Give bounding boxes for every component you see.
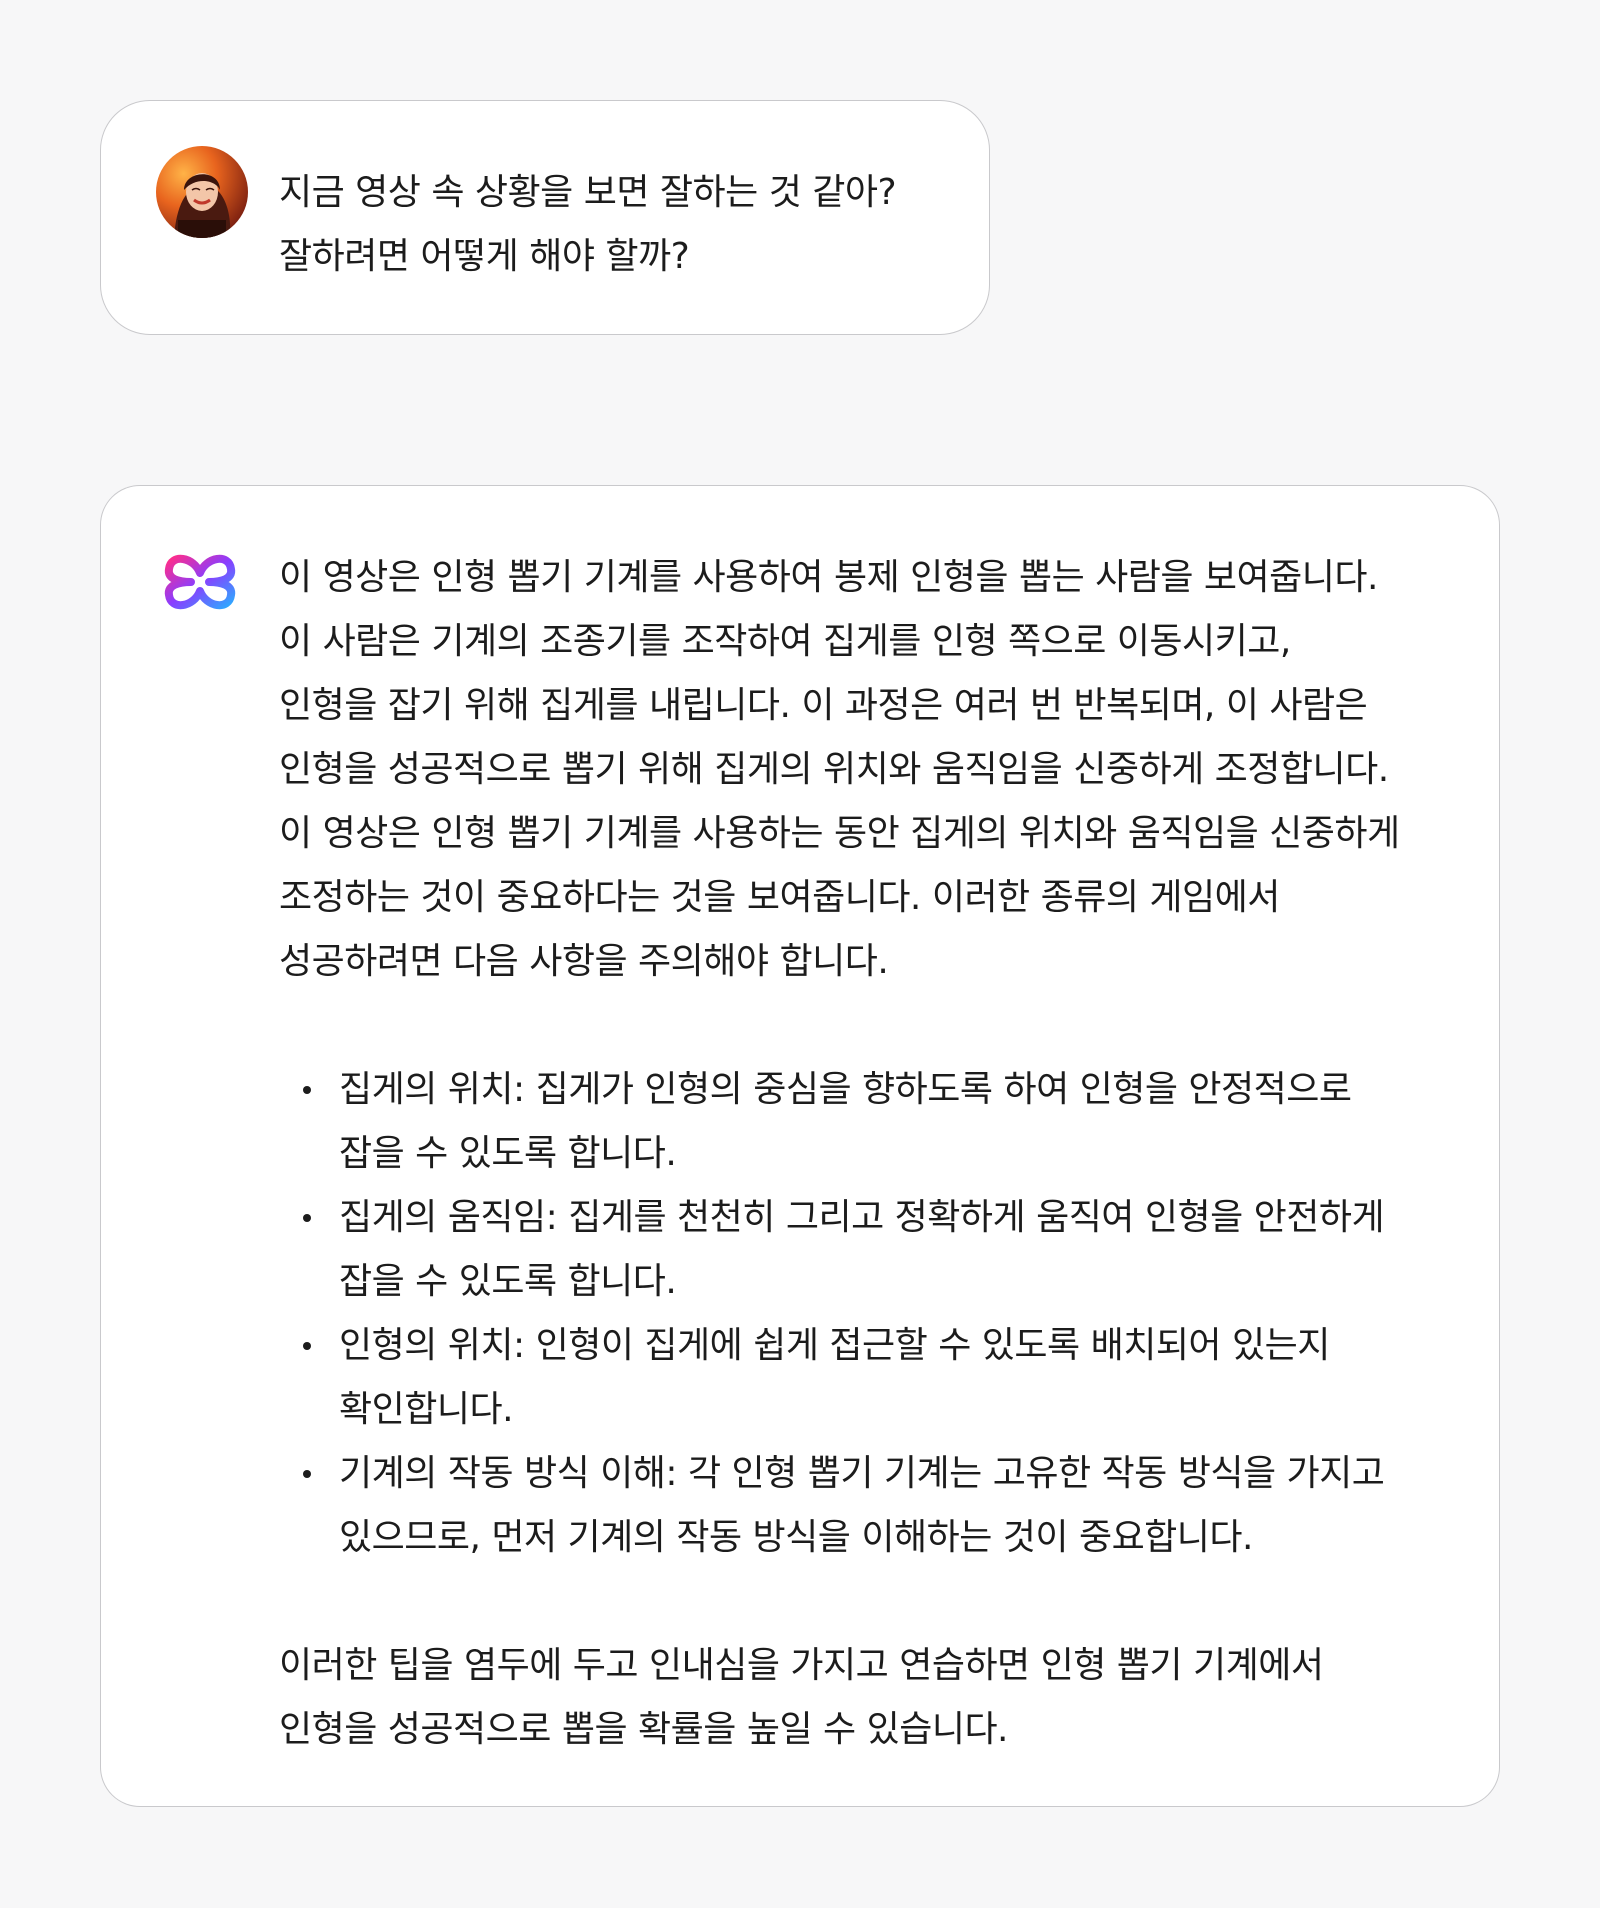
tips-list: 집게의 위치: 집게가 인형의 중심을 향하도록 하여 인형을 안정적으로 잡을… bbox=[279, 1058, 1469, 1570]
user-message-line: 잘하려면 어떻게 해야 할까? bbox=[279, 236, 690, 277]
assistant-message-text: 이 영상은 인형 뽑기 기계를 사용하여 봉제 인형을 뽑는 사람을 보여줍니다… bbox=[279, 546, 1469, 1762]
list-item: 집게의 움직임: 집게를 천천히 그리고 정확하게 움직여 인형을 안전하게 잡… bbox=[279, 1186, 1469, 1314]
user-avatar bbox=[156, 146, 248, 238]
user-avatar-photo bbox=[156, 146, 248, 238]
assistant-intro-line: 성공하려면 다음 사항을 주의해야 합니다. bbox=[279, 941, 889, 982]
tip-line: 기계의 작동 방식 이해: 각 인형 뽑기 기계는 고유한 작동 방식을 가지고 bbox=[339, 1453, 1385, 1494]
tip-line: 잡을 수 있도록 합니다. bbox=[339, 1261, 677, 1302]
bullet-icon bbox=[303, 1086, 311, 1094]
user-message-text: 지금 영상 속 상황을 보면 잘하는 것 같아? 잘하려면 어떻게 해야 할까? bbox=[279, 161, 969, 289]
tip-line: 있으므로, 먼저 기계의 작동 방식을 이해하는 것이 중요합니다. bbox=[339, 1517, 1254, 1558]
bullet-icon bbox=[303, 1342, 311, 1350]
assistant-intro-line: 인형을 잡기 위해 집게를 내립니다. 이 과정은 여러 번 반복되며, 이 사… bbox=[279, 685, 1368, 726]
tip-line: 인형의 위치: 인형이 집게에 쉽게 접근할 수 있도록 배치되어 있는지 bbox=[339, 1325, 1330, 1366]
assistant-logo-icon bbox=[161, 543, 239, 621]
tip-line: 집게의 위치: 집게가 인형의 중심을 향하도록 하여 인형을 안정적으로 bbox=[339, 1069, 1352, 1110]
list-item: 인형의 위치: 인형이 집게에 쉽게 접근할 수 있도록 배치되어 있는지 확인… bbox=[279, 1314, 1469, 1442]
assistant-intro-line: 인형을 성공적으로 뽑기 위해 집게의 위치와 움직임을 신중하게 조정합니다. bbox=[279, 749, 1389, 790]
assistant-intro-line: 이 영상은 인형 뽑기 기계를 사용하여 봉제 인형을 뽑는 사람을 보여줍니다… bbox=[279, 557, 1378, 598]
tip-line: 잡을 수 있도록 합니다. bbox=[339, 1133, 677, 1174]
assistant-message-card: 이 영상은 인형 뽑기 기계를 사용하여 봉제 인형을 뽑는 사람을 보여줍니다… bbox=[100, 485, 1500, 1807]
tip-line: 집게의 움직임: 집게를 천천히 그리고 정확하게 움직여 인형을 안전하게 bbox=[339, 1197, 1385, 1238]
bullet-icon bbox=[303, 1470, 311, 1478]
list-item: 집게의 위치: 집게가 인형의 중심을 향하도록 하여 인형을 안정적으로 잡을… bbox=[279, 1058, 1469, 1186]
assistant-intro-line: 이 영상은 인형 뽑기 기계를 사용하는 동안 집게의 위치와 움직임을 신중하… bbox=[279, 813, 1400, 854]
list-item: 기계의 작동 방식 이해: 각 인형 뽑기 기계는 고유한 작동 방식을 가지고… bbox=[279, 1442, 1469, 1570]
bullet-icon bbox=[303, 1214, 311, 1222]
tip-line: 확인합니다. bbox=[339, 1389, 514, 1430]
user-message-line: 지금 영상 속 상황을 보면 잘하는 것 같아? bbox=[279, 172, 897, 213]
assistant-outro-line: 이러한 팁을 염두에 두고 인내심을 가지고 연습하면 인형 뽑기 기계에서 bbox=[279, 1645, 1324, 1686]
assistant-outro-line: 인형을 성공적으로 뽑을 확률을 높일 수 있습니다. bbox=[279, 1709, 1009, 1750]
user-message-card: 지금 영상 속 상황을 보면 잘하는 것 같아? 잘하려면 어떻게 해야 할까? bbox=[100, 100, 990, 335]
assistant-intro-line: 이 사람은 기계의 조종기를 조작하여 집게를 인형 쪽으로 이동시키고, bbox=[279, 621, 1291, 662]
assistant-intro-line: 조정하는 것이 중요하다는 것을 보여줍니다. 이러한 종류의 게임에서 bbox=[279, 877, 1280, 918]
